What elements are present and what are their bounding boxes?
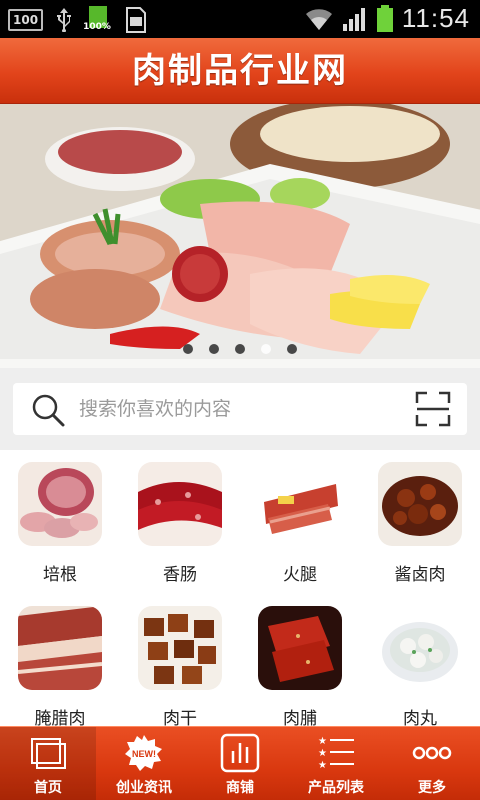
banner-carousel[interactable] [0,104,480,368]
tab-label: 创业资讯 [116,780,172,796]
category-bacon[interactable]: 培根 [0,450,120,590]
svg-text:★: ★ [318,748,327,759]
carousel-dot[interactable] [235,344,245,354]
document-icon [126,7,147,33]
svg-text:★: ★ [318,760,327,771]
category-label: 酱卤肉 [394,565,446,585]
tab-news[interactable]: NEW! 创业资讯 [96,727,192,800]
usb-icon [57,8,72,32]
category-label: 香肠 [163,565,197,585]
tab-shop[interactable]: 商铺 [192,727,288,800]
wifi-icon [305,8,332,30]
tab-more[interactable]: 更多 [384,727,480,800]
search-icon[interactable] [31,393,65,427]
svg-text:NEW!: NEW! [132,749,156,759]
signal-icon [342,7,365,31]
banner-image[interactable] [0,104,480,368]
notification-badge: 100 [8,9,44,31]
category-ham[interactable]: 火腿 [240,450,360,590]
bacon-roll-icon [18,462,102,546]
tab-home[interactable]: 首页 [0,727,96,800]
cured-meat-icon [18,606,102,690]
category-label: 火腿 [283,565,317,585]
jerky-cubes-icon [138,606,222,690]
category-cured-meat[interactable]: 腌腊肉 [0,594,120,734]
search-section [0,368,480,450]
tab-label: 首页 [34,780,62,796]
category-meatball[interactable]: 肉丸 [360,594,480,734]
scan-icon[interactable] [415,391,451,427]
battery-icon [376,4,393,32]
carousel-dot[interactable] [183,344,193,354]
search-bar[interactable] [13,383,467,435]
status-right: 11:54 [304,3,470,34]
list-icon: ★ ★ ★ [318,736,354,771]
category-jerky[interactable]: 肉干 [120,594,240,734]
carousel-dot-active[interactable] [261,344,271,354]
battery-small-icon: 100% [83,4,111,34]
bottom-tab-bar: 首页 NEW! 创业资讯 商铺 ★ ★ ★ 产品列表 更多 [0,726,480,800]
status-bar: 100 100% 11:54 [0,0,480,38]
ham-pack-icon [258,462,342,546]
tab-product-list[interactable]: ★ ★ ★ 产品列表 [288,727,384,800]
pork-slices-icon [258,606,342,690]
svg-text:★: ★ [318,736,327,747]
tab-label: 更多 [418,780,446,796]
clock: 11:54 [401,3,470,33]
carousel-dot[interactable] [287,344,297,354]
app-header: 肉制品行业网 [0,38,480,104]
more-icon [412,746,452,760]
sausage-icon [138,462,222,546]
news-icon: NEW! [125,735,162,771]
shop-chart-icon [220,733,260,773]
category-pork-slices[interactable]: 肉脯 [240,594,360,734]
category-braised-meat[interactable]: 酱卤肉 [360,450,480,590]
category-label: 培根 [43,565,77,585]
braised-meat-icon [378,462,462,546]
carousel-indicators [0,344,480,354]
meatball-bowl-icon [378,606,462,690]
page-title: 肉制品行业网 [132,51,348,91]
home-icon [31,738,66,769]
carousel-dot[interactable] [209,344,219,354]
status-left: 100 100% [8,4,147,34]
tab-label: 商铺 [226,780,254,796]
category-grid: 培根 香肠 火腿 酱卤肉 腌腊肉 肉干 肉脯 肉丸 [0,450,480,729]
category-sausage[interactable]: 香肠 [120,450,240,590]
tab-label: 产品列表 [308,780,364,796]
search-input[interactable] [79,383,399,435]
